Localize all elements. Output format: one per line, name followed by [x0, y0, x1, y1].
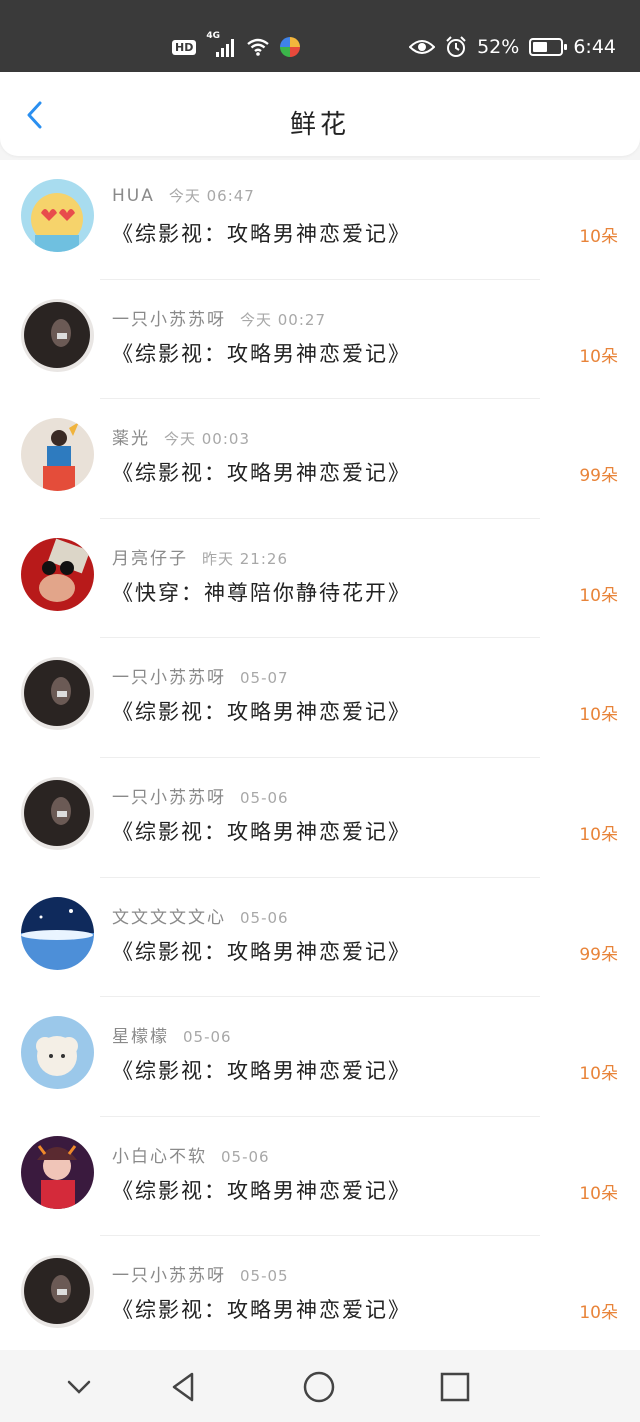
sender-name: 一只小苏苏呀 05-06: [112, 783, 289, 808]
book-title[interactable]: 《综影视：攻略男神恋爱记》: [112, 1294, 411, 1324]
timestamp: 05-06: [183, 1028, 232, 1047]
status-bar: HD 4G 52% 6:44: [0, 0, 640, 72]
flower-list[interactable]: HUA 今天 06:47 《综影视：攻略男神恋爱记》 10朵 一只小苏苏呀 今天 00:2…: [0, 160, 640, 1350]
sender-name-text: HUA: [112, 186, 155, 206]
timestamp: 今天 00:27: [240, 310, 326, 329]
sender-name: HUA 今天 06:47: [112, 185, 255, 206]
sender-name: 一只小苏苏呀 今天 00:27: [112, 305, 326, 330]
sender-name-text: 一只小苏苏呀: [112, 668, 226, 689]
book-title[interactable]: 《综影视：攻略男神恋爱记》: [112, 218, 411, 248]
hd-icon: HD: [172, 39, 197, 55]
flower-count: 10朵: [579, 346, 618, 367]
header: 鲜花: [0, 72, 640, 156]
book-title[interactable]: 《综影视：攻略男神恋爱记》: [112, 1175, 411, 1205]
book-title[interactable]: 《综影视：攻略男神恋爱记》: [112, 696, 411, 726]
list-item[interactable]: 文文文文文心 05-06 《综影视：攻略男神恋爱记》 99朵: [0, 878, 640, 998]
collapse-chevron-icon[interactable]: [62, 1370, 96, 1404]
flower-count: 10朵: [579, 1064, 618, 1085]
sender-name-text: 一只小苏苏呀: [112, 787, 226, 808]
timestamp: 今天 06:47: [168, 187, 255, 205]
flower-count: 10朵: [579, 824, 618, 845]
eye-icon: [409, 40, 436, 54]
flower-count: 99朵: [579, 944, 618, 965]
sender-name: 一只小苏苏呀 05-05: [112, 1261, 289, 1286]
book-title[interactable]: 《综影视：攻略男神恋爱记》: [112, 457, 411, 487]
home-circle-icon[interactable]: [302, 1370, 336, 1404]
timestamp: 05-06: [240, 788, 289, 807]
book-title[interactable]: 《综影视：攻略男神恋爱记》: [112, 816, 411, 846]
timestamp: 昨天 21:26: [202, 549, 288, 568]
clock-time: 6:44: [573, 36, 616, 58]
flower-count: 10朵: [579, 585, 618, 606]
avatar[interactable]: [21, 537, 94, 611]
page-title: 鲜花: [289, 110, 350, 140]
timestamp: 05-07: [240, 669, 289, 688]
list-item[interactable]: HUA 今天 06:47 《综影视：攻略男神恋爱记》 10朵: [0, 160, 640, 280]
sender-name: 小白心不软 05-06: [112, 1142, 270, 1167]
battery-percent: 52%: [477, 36, 520, 58]
avatar[interactable]: [21, 418, 94, 492]
sender-name-text: 文文文文文心: [112, 907, 226, 928]
sender-name-text: 一只小苏苏呀: [112, 309, 226, 330]
status-right-icons: 52% 6:44: [409, 30, 616, 64]
sender-name: 文文文文文心 05-06: [112, 903, 289, 928]
flower-count: 10朵: [579, 1183, 618, 1204]
sender-name-text: 星檬檬: [112, 1027, 169, 1048]
avatar[interactable]: [21, 776, 94, 850]
timestamp: 05-06: [240, 908, 289, 927]
list-item[interactable]: 一只小苏苏呀 05-07 《综影视：攻略男神恋爱记》 10朵: [0, 638, 640, 758]
app-icon: [280, 37, 301, 57]
book-title[interactable]: 《快穿：神尊陪你静待花开》: [112, 577, 411, 607]
avatar[interactable]: [21, 896, 94, 970]
timestamp: 05-06: [221, 1147, 270, 1166]
flower-count: 10朵: [579, 227, 618, 247]
list-item[interactable]: 月亮仔子 昨天 21:26 《快穿：神尊陪你静待花开》 10朵: [0, 519, 640, 639]
list-item[interactable]: 一只小苏苏呀 05-05 《综影视：攻略男神恋爱记》 10朵: [0, 1236, 640, 1350]
sender-name-text: 小白心不软: [112, 1146, 207, 1167]
wifi-icon: [247, 38, 270, 56]
sender-name-text: 薬光: [112, 429, 150, 450]
flower-count: 10朵: [579, 1303, 618, 1324]
flower-count: 99朵: [579, 466, 618, 487]
list-item[interactable]: 一只小苏苏呀 05-06 《综影视：攻略男神恋爱记》 10朵: [0, 758, 640, 878]
book-title[interactable]: 《综影视：攻略男神恋爱记》: [112, 338, 411, 368]
book-title[interactable]: 《综影视：攻略男神恋爱记》: [112, 1055, 411, 1085]
book-title[interactable]: 《综影视：攻略男神恋爱记》: [112, 936, 411, 966]
battery-icon: [529, 38, 568, 56]
recents-square-icon[interactable]: [438, 1370, 472, 1404]
list-item[interactable]: 小白心不软 05-06 《综影视：攻略男神恋爱记》 10朵: [0, 1117, 640, 1237]
timestamp: 05-05: [240, 1267, 289, 1286]
avatar[interactable]: [21, 179, 94, 252]
4g-signal-icon: 4G: [206, 31, 236, 57]
status-left-icons: HD 4G: [172, 30, 301, 64]
flower-count: 10朵: [579, 705, 618, 726]
sender-name: 月亮仔子 昨天 21:26: [112, 544, 288, 569]
avatar[interactable]: [21, 1255, 94, 1329]
system-nav-bar: [0, 1350, 640, 1422]
sender-name: 星檬檬 05-06: [112, 1022, 232, 1047]
sender-name: 一只小苏苏呀 05-07: [112, 663, 289, 688]
list-item[interactable]: 一只小苏苏呀 今天 00:27 《综影视：攻略男神恋爱记》 10朵: [0, 280, 640, 400]
sender-name-text: 一只小苏苏呀: [112, 1266, 226, 1287]
back-triangle-icon[interactable]: [166, 1370, 200, 1404]
list-item[interactable]: 薬光 今天 00:03 《综影视：攻略男神恋爱记》 99朵: [0, 399, 640, 519]
list-item[interactable]: 星檬檬 05-06 《综影视：攻略男神恋爱记》 10朵: [0, 997, 640, 1117]
sender-name-text: 月亮仔子: [112, 548, 188, 569]
avatar[interactable]: [21, 1016, 94, 1090]
sender-name: 薬光 今天 00:03: [112, 424, 250, 449]
avatar[interactable]: [21, 657, 94, 731]
timestamp: 今天 00:03: [164, 430, 250, 449]
avatar[interactable]: [21, 298, 94, 372]
avatar[interactable]: [21, 1135, 94, 1209]
alarm-icon: [446, 36, 466, 57]
